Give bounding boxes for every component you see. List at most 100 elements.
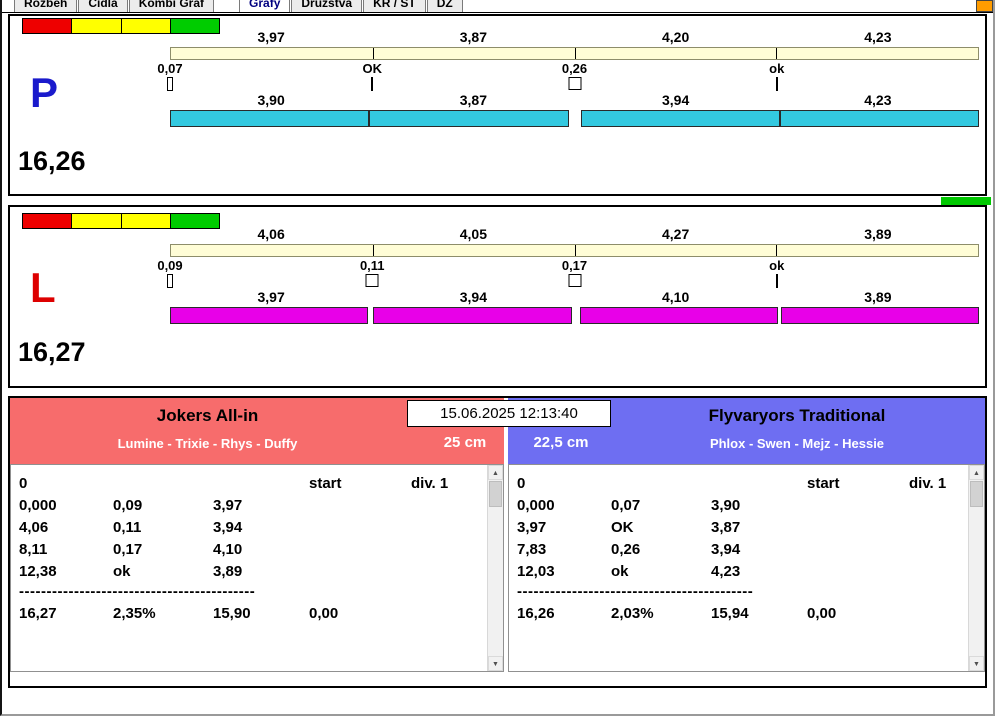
dog-time: 3,90 — [257, 92, 285, 108]
result-table: 0 start div. 1 0,000 0,07 3,90 3,97 OK 3… — [509, 465, 968, 671]
scrollbar[interactable]: ▲ ▼ — [487, 465, 503, 671]
cell: 3,94 — [711, 541, 741, 558]
tabbar-divider — [0, 12, 995, 13]
tab-druzstva[interactable]: Družstva — [291, 0, 363, 12]
scroll-thumb[interactable] — [970, 481, 983, 507]
split-times-row: 3,97 3,87 4,20 4,23 — [170, 30, 979, 45]
cell: OK — [611, 519, 634, 536]
split-time: 4,05 — [459, 226, 487, 242]
team-name: Flyvaryors Traditional — [708, 406, 886, 425]
changeover-time: 0,17 — [561, 258, 588, 273]
dog-time-segment — [579, 307, 778, 324]
tab-bar: Rozběh Čidla Kombi Graf Grafy Družstva K… — [14, 0, 972, 12]
cell: 0,07 — [611, 497, 641, 514]
dog-time: 3,94 — [662, 92, 690, 108]
lane-letter: L — [30, 264, 56, 311]
table-separator: ----------------------------------------… — [11, 581, 487, 603]
dog-time: 3,97 — [257, 289, 285, 305]
changeover-time: ok — [769, 258, 785, 273]
cell: 0,000 — [517, 497, 555, 514]
split-time: 3,89 — [864, 226, 892, 242]
table-total-row: 16,27 2,35% 15,90 0,00 — [11, 603, 487, 625]
cell: ok — [611, 563, 629, 580]
lane-bars: 4,06 4,05 4,27 3,89 0,09 0,11 0,17 ok 3,… — [157, 227, 979, 324]
dog-time: 4,23 — [864, 92, 892, 108]
team-name: Jokers All-in — [156, 406, 259, 425]
lane-letter: P — [30, 69, 59, 116]
tick-row — [167, 77, 979, 93]
cell: 0,11 — [113, 519, 142, 536]
split-times-row: 4,06 4,05 4,27 3,89 — [170, 227, 979, 242]
scroll-up-button[interactable]: ▲ — [488, 465, 503, 480]
scroll-thumb[interactable] — [489, 481, 502, 507]
result-table-left[interactable]: 0 start div. 1 0,000 0,09 3,97 4,06 0,11… — [10, 464, 504, 672]
scroll-down-button[interactable]: ▼ — [969, 656, 984, 671]
cell: div. 1 — [909, 475, 947, 492]
lane-panel-l: L 16,27 4,06 4,05 4,27 3,89 0,09 0,11 0,… — [8, 205, 987, 388]
green-status-bar — [941, 197, 991, 205]
cell: 4,06 — [19, 519, 49, 536]
dog-time: 4,10 — [662, 289, 690, 305]
dog-time: 3,94 — [459, 289, 487, 305]
bar-divider — [574, 245, 576, 256]
table-row: 0,000 0,09 3,97 — [11, 495, 487, 517]
tick-mark — [167, 77, 173, 91]
dog-time-segment — [369, 110, 569, 127]
cell: 0,26 — [611, 541, 641, 558]
status-light-green — [170, 214, 219, 228]
separator-line: ----------------------------------------… — [19, 583, 256, 600]
dog-time: 3,87 — [459, 92, 487, 108]
split-time: 3,87 — [459, 29, 487, 45]
table-row: 4,06 0,11 3,94 — [11, 517, 487, 539]
separator-line: ----------------------------------------… — [517, 583, 754, 600]
results-section: Jokers All-in Lumine - Trixie - Rhys - D… — [8, 396, 987, 688]
split-time: 4,23 — [864, 29, 892, 45]
cell: 3,89 — [213, 563, 243, 580]
jump-height: 25 cm — [443, 434, 487, 451]
cell: 2,03% — [611, 605, 654, 622]
cell: 16,27 — [19, 605, 57, 622]
split-time: 4,27 — [662, 226, 690, 242]
changeover-row: 0,09 0,11 0,17 ok — [157, 258, 979, 273]
tick-mark — [568, 77, 581, 90]
dog-time-segment — [780, 307, 979, 324]
dog-time: 3,89 — [864, 289, 892, 305]
bar-divider — [776, 48, 778, 59]
scrollbar[interactable]: ▲ ▼ — [968, 465, 984, 671]
status-light-yellow-2 — [121, 19, 171, 33]
tab-grafy[interactable]: Grafy — [239, 0, 291, 12]
table-header-row: 0 start div. 1 — [11, 473, 487, 495]
split-time: 4,20 — [662, 29, 690, 45]
tab-rozbeh[interactable]: Rozběh — [14, 0, 78, 12]
cell: 3,87 — [711, 519, 741, 536]
cell: 0,00 — [309, 605, 339, 622]
split-time: 3,97 — [257, 29, 285, 45]
result-table-right[interactable]: 0 start div. 1 0,000 0,07 3,90 3,97 OK 3… — [508, 464, 985, 672]
dog-time-bar — [170, 110, 979, 127]
changeover-time: 0,07 — [157, 61, 183, 76]
cell: 0 — [19, 475, 28, 492]
dog-time-segment — [373, 307, 572, 324]
status-light-yellow-2 — [121, 214, 171, 228]
tick-mark — [371, 77, 374, 91]
tab-dz[interactable]: DZ — [426, 0, 463, 12]
changeover-row: 0,07 OK 0,26 ok — [157, 61, 979, 76]
changeover-time: 0,11 — [359, 258, 385, 273]
cell: 15,94 — [711, 605, 749, 622]
window-corner-box[interactable] — [976, 0, 993, 12]
tick-mark — [775, 274, 778, 288]
dog-time-bar — [170, 307, 979, 324]
cell: 0,000 — [19, 497, 57, 514]
cell: 3,97 — [517, 519, 547, 536]
scroll-down-button[interactable]: ▼ — [488, 656, 503, 671]
scroll-up-button[interactable]: ▲ — [969, 465, 984, 480]
tab-cidla[interactable]: Čidla — [78, 0, 128, 12]
tab-kombi-graf[interactable]: Kombi Graf — [128, 0, 215, 12]
table-row: 12,38 ok 3,89 — [11, 561, 487, 583]
cell: start — [807, 475, 840, 492]
cell: 12,03 — [517, 563, 555, 580]
table-row: 0,000 0,07 3,90 — [509, 495, 968, 517]
cell: 0,17 — [113, 541, 143, 558]
tab-kr-st[interactable]: KR / ST — [363, 0, 426, 12]
cell: 8,11 — [19, 541, 48, 558]
